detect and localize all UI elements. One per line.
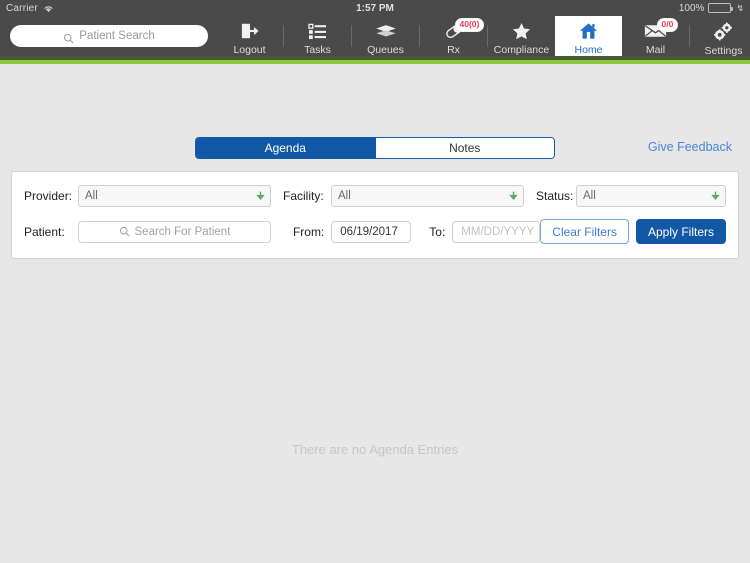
nav-item-home[interactable]: Home: [555, 16, 622, 56]
from-label: From:: [292, 224, 325, 239]
rx-badge: 40(0): [454, 18, 485, 32]
main-content: Agenda Notes Give Feedback Provider: All…: [0, 64, 750, 563]
nav-item-queues[interactable]: Queues: [352, 16, 419, 56]
chevron-down-icon: [256, 191, 265, 202]
charging-bolt-icon: ↯: [736, 2, 744, 13]
nav-item-compliance[interactable]: Compliance: [488, 16, 555, 56]
to-date-placeholder: MM/DD/YYYY: [461, 225, 535, 238]
carrier-label: Carrier: [6, 2, 38, 14]
envelope-icon: 0/0: [622, 18, 689, 40]
facility-select-value: All: [338, 190, 351, 202]
provider-select-value: All: [85, 190, 98, 202]
clear-filters-button[interactable]: Clear Filters: [540, 219, 629, 244]
nav-item-tasks[interactable]: Tasks: [284, 16, 351, 56]
battery-percent-label: 100%: [678, 2, 705, 14]
filter-row-2: Patient: Search For Patient From: 06/19/…: [24, 219, 726, 244]
gears-icon: [690, 22, 750, 41]
nav-label-home: Home: [574, 44, 603, 56]
star-icon: [488, 22, 555, 40]
empty-state-message: There are no Agenda Entries: [291, 442, 459, 457]
nav-label-compliance: Compliance: [493, 44, 550, 56]
status-select[interactable]: All: [576, 185, 726, 207]
logout-icon: [216, 22, 283, 40]
patient-search-input[interactable]: Patient Search: [10, 25, 208, 47]
chevron-down-icon: [711, 191, 720, 202]
filter-panel: Provider: All Facility: All Status: All …: [11, 171, 739, 259]
apply-filters-button[interactable]: Apply Filters: [635, 219, 726, 244]
pill-icon: 40(0): [420, 18, 487, 40]
chevron-down-icon: [509, 191, 518, 202]
nav-item-settings[interactable]: Settings: [690, 16, 750, 57]
patient-search-filter-input[interactable]: Search For Patient: [77, 220, 271, 243]
facility-select[interactable]: All: [331, 185, 524, 207]
nav-items: Logout Tasks Queues 40(0) Rx Compliance …: [216, 16, 750, 57]
tab-notes[interactable]: Notes: [374, 138, 554, 158]
nav-label-tasks: Tasks: [304, 44, 331, 56]
clock: 1:57 PM: [356, 2, 394, 14]
from-date-input[interactable]: 06/19/2017: [331, 220, 412, 243]
status-bar: Carrier 1:57 PM 100% ↯: [0, 0, 750, 16]
tasks-icon: [284, 22, 351, 40]
status-label: Status:: [536, 189, 574, 203]
facility-label: Facility:: [283, 189, 324, 203]
from-date-value: 06/19/2017: [340, 225, 398, 238]
patient-filter-placeholder: Search For Patient: [134, 225, 231, 238]
nav-label-mail: Mail: [645, 44, 666, 56]
patient-search-placeholder: Patient Search: [79, 30, 155, 42]
home-icon: [555, 22, 622, 40]
nav-label-rx: Rx: [447, 44, 460, 56]
nav-label-queues: Queues: [367, 44, 404, 56]
nav-item-mail[interactable]: 0/0 Mail: [622, 16, 689, 56]
agenda-notes-segmented-control: Agenda Notes: [195, 137, 555, 159]
nav-label-settings: Settings: [704, 45, 743, 57]
battery-icon: [708, 3, 734, 13]
status-select-value: All: [583, 190, 596, 202]
status-bar-right: 100% ↯: [679, 3, 744, 14]
provider-label: Provider:: [24, 189, 73, 203]
patient-label: Patient:: [24, 224, 65, 239]
give-feedback-link[interactable]: Give Feedback: [648, 140, 732, 154]
tab-agenda[interactable]: Agenda: [196, 138, 375, 158]
provider-select[interactable]: All: [78, 185, 271, 207]
to-date-input[interactable]: MM/DD/YYYY: [452, 220, 541, 243]
mail-badge: 0/0: [656, 18, 679, 32]
nav-item-rx[interactable]: 40(0) Rx: [420, 16, 487, 56]
status-bar-left: Carrier: [6, 3, 54, 14]
search-icon: [119, 226, 130, 237]
search-icon: [63, 31, 74, 43]
queues-icon: [352, 22, 419, 40]
nav-label-logout: Logout: [233, 44, 266, 56]
to-label: To:: [429, 224, 446, 239]
top-navigation-bar: Patient Search Logout Tasks Queues 40(0)…: [0, 16, 750, 57]
patient-search-wrapper: Patient Search: [10, 16, 208, 56]
wifi-icon: [43, 4, 54, 13]
filter-row-1: Provider: All Facility: All Status: All: [24, 185, 726, 207]
nav-item-logout[interactable]: Logout: [216, 16, 283, 56]
